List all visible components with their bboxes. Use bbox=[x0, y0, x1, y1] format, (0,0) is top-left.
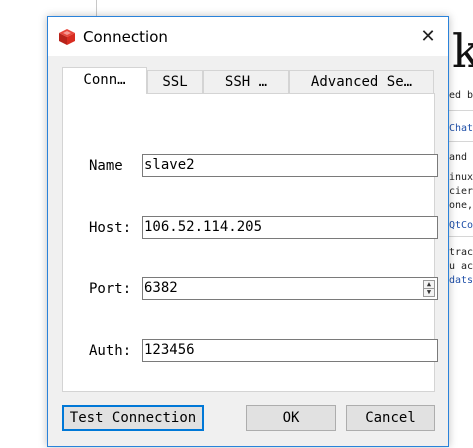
port-label: Port: bbox=[89, 281, 132, 297]
background-rule bbox=[447, 236, 473, 237]
spin-up-icon[interactable]: ▲ bbox=[424, 281, 434, 288]
background-link[interactable]: dats bbox=[449, 275, 473, 286]
background-text-line: trac bbox=[449, 247, 473, 258]
background-link[interactable]: QtCo bbox=[449, 220, 473, 231]
tab-ssl[interactable]: SSL bbox=[147, 70, 203, 93]
dialog-title: Connection bbox=[83, 28, 168, 46]
cancel-button[interactable]: Cancel bbox=[346, 405, 435, 431]
name-label: Name bbox=[89, 158, 123, 174]
name-input[interactable]: slave2 bbox=[142, 154, 438, 177]
close-button[interactable]: ✕ bbox=[412, 21, 444, 51]
host-input[interactable]: 106.52.114.205 bbox=[142, 216, 438, 239]
background-heading-fragment: k bbox=[452, 24, 473, 78]
background-text-line: u ac bbox=[449, 261, 473, 272]
port-value: 6382 bbox=[144, 280, 178, 296]
connection-tab-panel: Name slave2 Host: 106.52.114.205 Port: 6… bbox=[62, 93, 438, 392]
auth-label: Auth: bbox=[89, 343, 132, 359]
port-stepper: ▲ ▼ bbox=[423, 280, 435, 297]
background-text-line: ed b bbox=[449, 90, 473, 101]
background-rule bbox=[447, 141, 473, 142]
connection-dialog: Connection ✕ Conn… SSL SSH … Advanced Se… bbox=[47, 16, 449, 447]
auth-input[interactable]: 123456 bbox=[142, 339, 438, 362]
host-label: Host: bbox=[89, 220, 132, 236]
background-text-line: inux bbox=[449, 172, 473, 183]
port-spinbox[interactable]: 6382 ▲ ▼ bbox=[142, 277, 438, 300]
background-text-line: and bbox=[449, 152, 468, 163]
spin-down-icon[interactable]: ▼ bbox=[424, 288, 434, 296]
background-text-line: one, bbox=[449, 200, 473, 211]
title-bar[interactable]: Connection ✕ bbox=[48, 17, 448, 56]
close-icon: ✕ bbox=[420, 25, 436, 47]
tab-advanced-settings[interactable]: Advanced Se… bbox=[289, 70, 434, 93]
tab-connection[interactable]: Conn… bbox=[62, 67, 147, 94]
background-rule bbox=[447, 110, 473, 111]
test-connection-button[interactable]: Test Connection bbox=[62, 405, 204, 431]
background-text-line: cier bbox=[449, 186, 473, 197]
background-link[interactable]: Chat bbox=[449, 123, 473, 134]
redis-cube-icon bbox=[59, 29, 75, 45]
tab-ssh[interactable]: SSH … bbox=[203, 70, 289, 93]
ok-button[interactable]: OK bbox=[246, 405, 336, 431]
